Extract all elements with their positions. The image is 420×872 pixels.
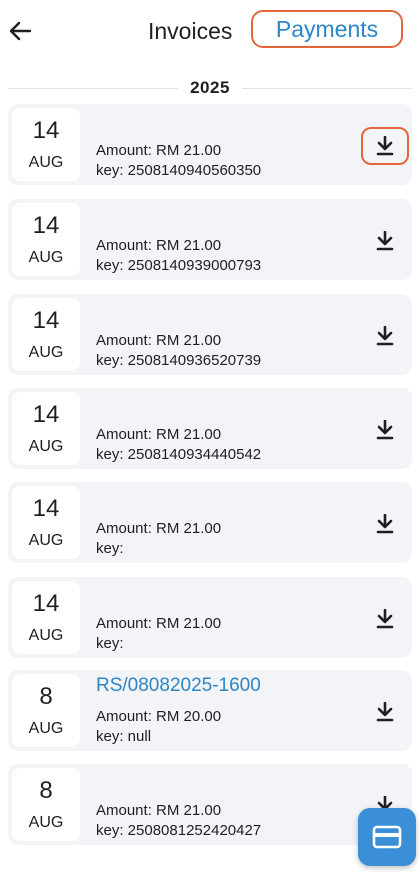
date-day: 14 xyxy=(32,212,60,239)
download-icon xyxy=(376,420,394,440)
receipt-reference-link[interactable]: RS/08082025-1600 xyxy=(96,675,261,697)
payment-key: key: xyxy=(96,635,124,652)
date-day: 14 xyxy=(32,307,60,334)
payment-amount: Amount: RM 21.00 xyxy=(96,802,222,819)
payment-card[interactable]: 14 AUG Amount: RM 21.00 key: 25081409405603… xyxy=(8,104,412,185)
date-box: 8 AUG xyxy=(12,674,80,747)
date-month: AUG xyxy=(28,532,64,549)
date-month: AUG xyxy=(28,249,64,266)
download-icon xyxy=(376,702,394,722)
date-month: AUG xyxy=(28,627,64,644)
download-button[interactable] xyxy=(361,600,409,638)
date-day: 8 xyxy=(39,777,53,804)
payment-amount: Amount: RM 20.00 xyxy=(96,708,222,725)
divider-line xyxy=(242,88,412,89)
date-month: AUG xyxy=(28,814,64,831)
date-day: 14 xyxy=(32,117,60,144)
credit-card-icon xyxy=(372,825,402,849)
payment-card[interactable]: 8 AUG RS/08082025-1600 Amount: RM 20.00 key:… xyxy=(8,670,412,751)
download-icon xyxy=(376,136,394,156)
payment-key: key: 2508140934440542 xyxy=(96,446,262,463)
payment-key: key: 2508140940560350 xyxy=(96,162,262,179)
date-month: AUG xyxy=(28,438,64,455)
payment-amount: Amount: RM 21.00 xyxy=(96,237,222,254)
date-day: 14 xyxy=(32,590,60,617)
date-month: AUG xyxy=(28,154,64,171)
date-month: AUG xyxy=(28,720,64,737)
payment-key: key: 2508081252420427 xyxy=(96,822,262,839)
date-box: 14 AUG xyxy=(12,581,80,654)
arrow-left-icon xyxy=(9,21,31,41)
download-icon xyxy=(376,231,394,251)
app-header: Invoices Payments xyxy=(0,0,420,64)
download-button[interactable] xyxy=(361,411,409,449)
payment-card[interactable]: 14 AUG Amount: RM 21.00 key: 25081409365207… xyxy=(8,294,412,375)
payment-amount: Amount: RM 21.00 xyxy=(96,615,222,632)
payment-amount: Amount: RM 21.00 xyxy=(96,332,222,349)
payment-amount: Amount: RM 21.00 xyxy=(96,520,222,537)
date-day: 8 xyxy=(39,683,53,710)
payment-key: key: null xyxy=(96,728,152,745)
download-button[interactable] xyxy=(361,505,409,543)
payment-card[interactable]: 14 AUG Amount: RM 21.00 key: xyxy=(8,577,412,658)
date-box: 14 AUG xyxy=(12,486,80,559)
year-divider: 2025 xyxy=(8,76,412,100)
download-button[interactable] xyxy=(361,317,409,355)
payment-amount: Amount: RM 21.00 xyxy=(96,142,222,159)
date-day: 14 xyxy=(32,495,60,522)
tab-payments[interactable]: Payments xyxy=(251,10,403,48)
payment-card[interactable]: 8 AUG Amount: RM 21.00 key: 250808125242042… xyxy=(8,764,412,845)
date-box: 14 AUG xyxy=(12,298,80,371)
date-box: 8 AUG xyxy=(12,768,80,841)
payment-key: key: xyxy=(96,540,124,557)
download-icon xyxy=(376,326,394,346)
download-icon xyxy=(376,609,394,629)
date-box: 14 AUG xyxy=(12,392,80,465)
date-box: 14 AUG xyxy=(12,203,80,276)
card-fab-button[interactable] xyxy=(358,808,416,866)
payment-card[interactable]: 14 AUG Amount: RM 21.00 key: xyxy=(8,482,412,563)
download-button[interactable] xyxy=(361,127,409,165)
payment-key: key: 2508140936520739 xyxy=(96,352,262,369)
payment-card[interactable]: 14 AUG Amount: RM 21.00 key: 25081409390007… xyxy=(8,199,412,280)
payment-card[interactable]: 14 AUG Amount: RM 21.00 key: 25081409344405… xyxy=(8,388,412,469)
download-button[interactable] xyxy=(361,693,409,731)
tab-invoices[interactable]: Invoices xyxy=(148,14,232,48)
payment-key: key: 2508140939000793 xyxy=(96,257,262,274)
date-day: 14 xyxy=(32,401,60,428)
download-icon xyxy=(376,514,394,534)
payment-amount: Amount: RM 21.00 xyxy=(96,426,222,443)
date-month: AUG xyxy=(28,344,64,361)
date-box: 14 AUG xyxy=(12,108,80,181)
back-button[interactable] xyxy=(6,14,34,48)
download-button[interactable] xyxy=(361,222,409,260)
